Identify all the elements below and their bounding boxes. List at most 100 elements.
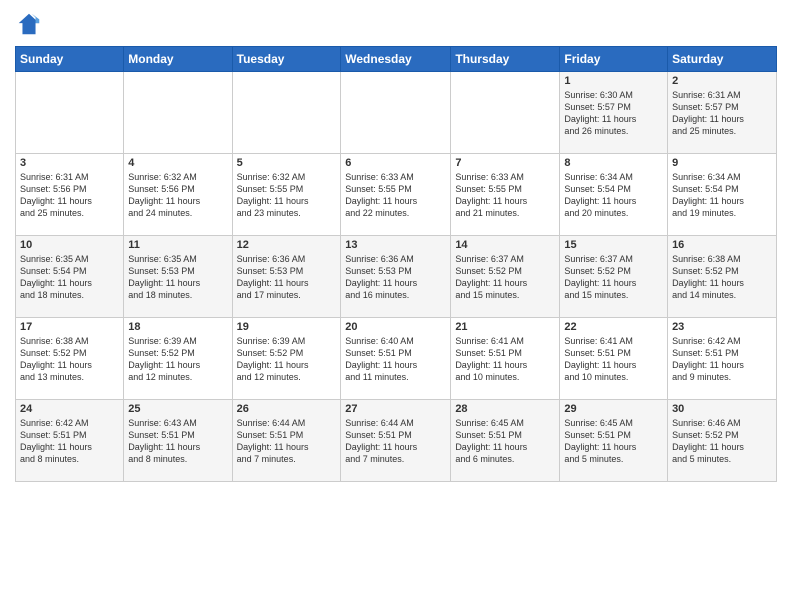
calendar-cell: 28 Sunrise: 6:45 AM Sunset: 5:51 PM Dayli… [451,400,560,482]
day-number: 26 [237,403,337,415]
calendar-week-4: 17Sunrise: 6:38 AM Sunset: 5:52 PM Dayli… [16,318,777,400]
day-number: 4 [128,157,227,169]
calendar-cell: 8Sunrise: 6:34 AM Sunset: 5:54 PM Daylig… [560,154,668,236]
weekday-header-saturday: Saturday [668,47,777,72]
calendar-cell: 11 Sunrise: 6:35 AM Sunset: 5:53 PM Dayli… [124,236,232,318]
header [15,10,777,38]
calendar-cell: 30 Sunrise: 6:46 AM Sunset: 5:52 PM Dayli… [668,400,777,482]
day-info: Sunrise: 6:41 AM Sunset: 5:51 PM Dayligh… [455,335,555,384]
day-info: Sunrise: 6:35 AM Sunset: 5:54 PM Dayligh… [20,253,119,302]
day-number: 12 [237,239,337,251]
day-info: Sunrise: 6:46 AM Sunset: 5:52 PM Dayligh… [672,417,772,466]
calendar-cell [124,72,232,154]
day-number: 9 [672,157,772,169]
calendar-cell: 24Sunrise: 6:42 AM Sunset: 5:51 PM Dayli… [16,400,124,482]
day-number: 6 [345,157,446,169]
calendar-cell: 18Sunrise: 6:39 AM Sunset: 5:52 PM Dayli… [124,318,232,400]
calendar: SundayMondayTuesdayWednesdayThursdayFrid… [15,46,777,482]
day-info: Sunrise: 6:42 AM Sunset: 5:51 PM Dayligh… [672,335,772,384]
day-info: Sunrise: 6:30 AM Sunset: 5:57 PM Dayligh… [564,89,663,138]
calendar-cell [451,72,560,154]
calendar-week-1: 1 Sunrise: 6:30 AM Sunset: 5:57 PM Daylig… [16,72,777,154]
day-number: 29 [564,403,663,415]
calendar-cell: 10Sunrise: 6:35 AM Sunset: 5:54 PM Dayli… [16,236,124,318]
day-number: 14 [455,239,555,251]
calendar-cell [232,72,341,154]
logo [15,10,45,38]
day-info: Sunrise: 6:41 AM Sunset: 5:51 PM Dayligh… [564,335,663,384]
calendar-cell: 2Sunrise: 6:31 AM Sunset: 5:57 PM Daylig… [668,72,777,154]
day-number: 8 [564,157,663,169]
day-number: 5 [237,157,337,169]
day-number: 21 [455,321,555,333]
day-number: 24 [20,403,119,415]
calendar-cell: 1 Sunrise: 6:30 AM Sunset: 5:57 PM Daylig… [560,72,668,154]
day-info: Sunrise: 6:39 AM Sunset: 5:52 PM Dayligh… [128,335,227,384]
day-info: Sunrise: 6:35 AM Sunset: 5:53 PM Dayligh… [128,253,227,302]
calendar-cell: 5 Sunrise: 6:32 AM Sunset: 5:55 PM Daylig… [232,154,341,236]
day-info: Sunrise: 6:34 AM Sunset: 5:54 PM Dayligh… [672,171,772,220]
day-info: Sunrise: 6:32 AM Sunset: 5:55 PM Dayligh… [237,171,337,220]
calendar-cell: 22 Sunrise: 6:41 AM Sunset: 5:51 PM Dayli… [560,318,668,400]
calendar-cell: 21 Sunrise: 6:41 AM Sunset: 5:51 PM Dayli… [451,318,560,400]
day-info: Sunrise: 6:39 AM Sunset: 5:52 PM Dayligh… [237,335,337,384]
calendar-cell: 9 Sunrise: 6:34 AM Sunset: 5:54 PM Daylig… [668,154,777,236]
weekday-header-monday: Monday [124,47,232,72]
day-info: Sunrise: 6:32 AM Sunset: 5:56 PM Dayligh… [128,171,227,220]
calendar-cell: 25 Sunrise: 6:43 AM Sunset: 5:51 PM Dayli… [124,400,232,482]
day-number: 20 [345,321,446,333]
calendar-cell: 7 Sunrise: 6:33 AM Sunset: 5:55 PM Daylig… [451,154,560,236]
day-number: 30 [672,403,772,415]
calendar-cell: 13Sunrise: 6:36 AM Sunset: 5:53 PM Dayli… [341,236,451,318]
weekday-header-sunday: Sunday [16,47,124,72]
day-number: 16 [672,239,772,251]
day-info: Sunrise: 6:44 AM Sunset: 5:51 PM Dayligh… [237,417,337,466]
day-info: Sunrise: 6:38 AM Sunset: 5:52 PM Dayligh… [672,253,772,302]
weekday-header-friday: Friday [560,47,668,72]
day-number: 17 [20,321,119,333]
day-info: Sunrise: 6:31 AM Sunset: 5:57 PM Dayligh… [672,89,772,138]
calendar-cell: 14 Sunrise: 6:37 AM Sunset: 5:52 PM Dayli… [451,236,560,318]
logo-icon [15,10,43,38]
day-info: Sunrise: 6:44 AM Sunset: 5:51 PM Dayligh… [345,417,446,466]
calendar-cell: 19 Sunrise: 6:39 AM Sunset: 5:52 PM Dayli… [232,318,341,400]
day-info: Sunrise: 6:36 AM Sunset: 5:53 PM Dayligh… [237,253,337,302]
calendar-cell: 6 Sunrise: 6:33 AM Sunset: 5:55 PM Daylig… [341,154,451,236]
page: SundayMondayTuesdayWednesdayThursdayFrid… [0,0,792,612]
calendar-cell: 23 Sunrise: 6:42 AM Sunset: 5:51 PM Dayli… [668,318,777,400]
day-number: 7 [455,157,555,169]
day-number: 19 [237,321,337,333]
weekday-header-row: SundayMondayTuesdayWednesdayThursdayFrid… [16,47,777,72]
day-info: Sunrise: 6:40 AM Sunset: 5:51 PM Dayligh… [345,335,446,384]
day-number: 1 [564,75,663,87]
day-info: Sunrise: 6:45 AM Sunset: 5:51 PM Dayligh… [455,417,555,466]
calendar-cell: 17Sunrise: 6:38 AM Sunset: 5:52 PM Dayli… [16,318,124,400]
day-info: Sunrise: 6:31 AM Sunset: 5:56 PM Dayligh… [20,171,119,220]
calendar-week-2: 3 Sunrise: 6:31 AM Sunset: 5:56 PM Daylig… [16,154,777,236]
calendar-cell: 4 Sunrise: 6:32 AM Sunset: 5:56 PM Daylig… [124,154,232,236]
weekday-header-thursday: Thursday [451,47,560,72]
day-info: Sunrise: 6:43 AM Sunset: 5:51 PM Dayligh… [128,417,227,466]
weekday-header-wednesday: Wednesday [341,47,451,72]
calendar-cell: 26 Sunrise: 6:44 AM Sunset: 5:51 PM Dayli… [232,400,341,482]
calendar-cell: 12 Sunrise: 6:36 AM Sunset: 5:53 PM Dayli… [232,236,341,318]
day-number: 23 [672,321,772,333]
day-number: 22 [564,321,663,333]
day-number: 3 [20,157,119,169]
calendar-cell: 27 Sunrise: 6:44 AM Sunset: 5:51 PM Dayli… [341,400,451,482]
day-info: Sunrise: 6:37 AM Sunset: 5:52 PM Dayligh… [455,253,555,302]
calendar-cell [341,72,451,154]
day-info: Sunrise: 6:33 AM Sunset: 5:55 PM Dayligh… [455,171,555,220]
day-number: 25 [128,403,227,415]
calendar-cell [16,72,124,154]
day-number: 13 [345,239,446,251]
day-info: Sunrise: 6:33 AM Sunset: 5:55 PM Dayligh… [345,171,446,220]
day-info: Sunrise: 6:45 AM Sunset: 5:51 PM Dayligh… [564,417,663,466]
day-number: 15 [564,239,663,251]
day-number: 27 [345,403,446,415]
day-number: 11 [128,239,227,251]
day-number: 28 [455,403,555,415]
calendar-week-3: 10Sunrise: 6:35 AM Sunset: 5:54 PM Dayli… [16,236,777,318]
weekday-header-tuesday: Tuesday [232,47,341,72]
calendar-cell: 20 Sunrise: 6:40 AM Sunset: 5:51 PM Dayli… [341,318,451,400]
